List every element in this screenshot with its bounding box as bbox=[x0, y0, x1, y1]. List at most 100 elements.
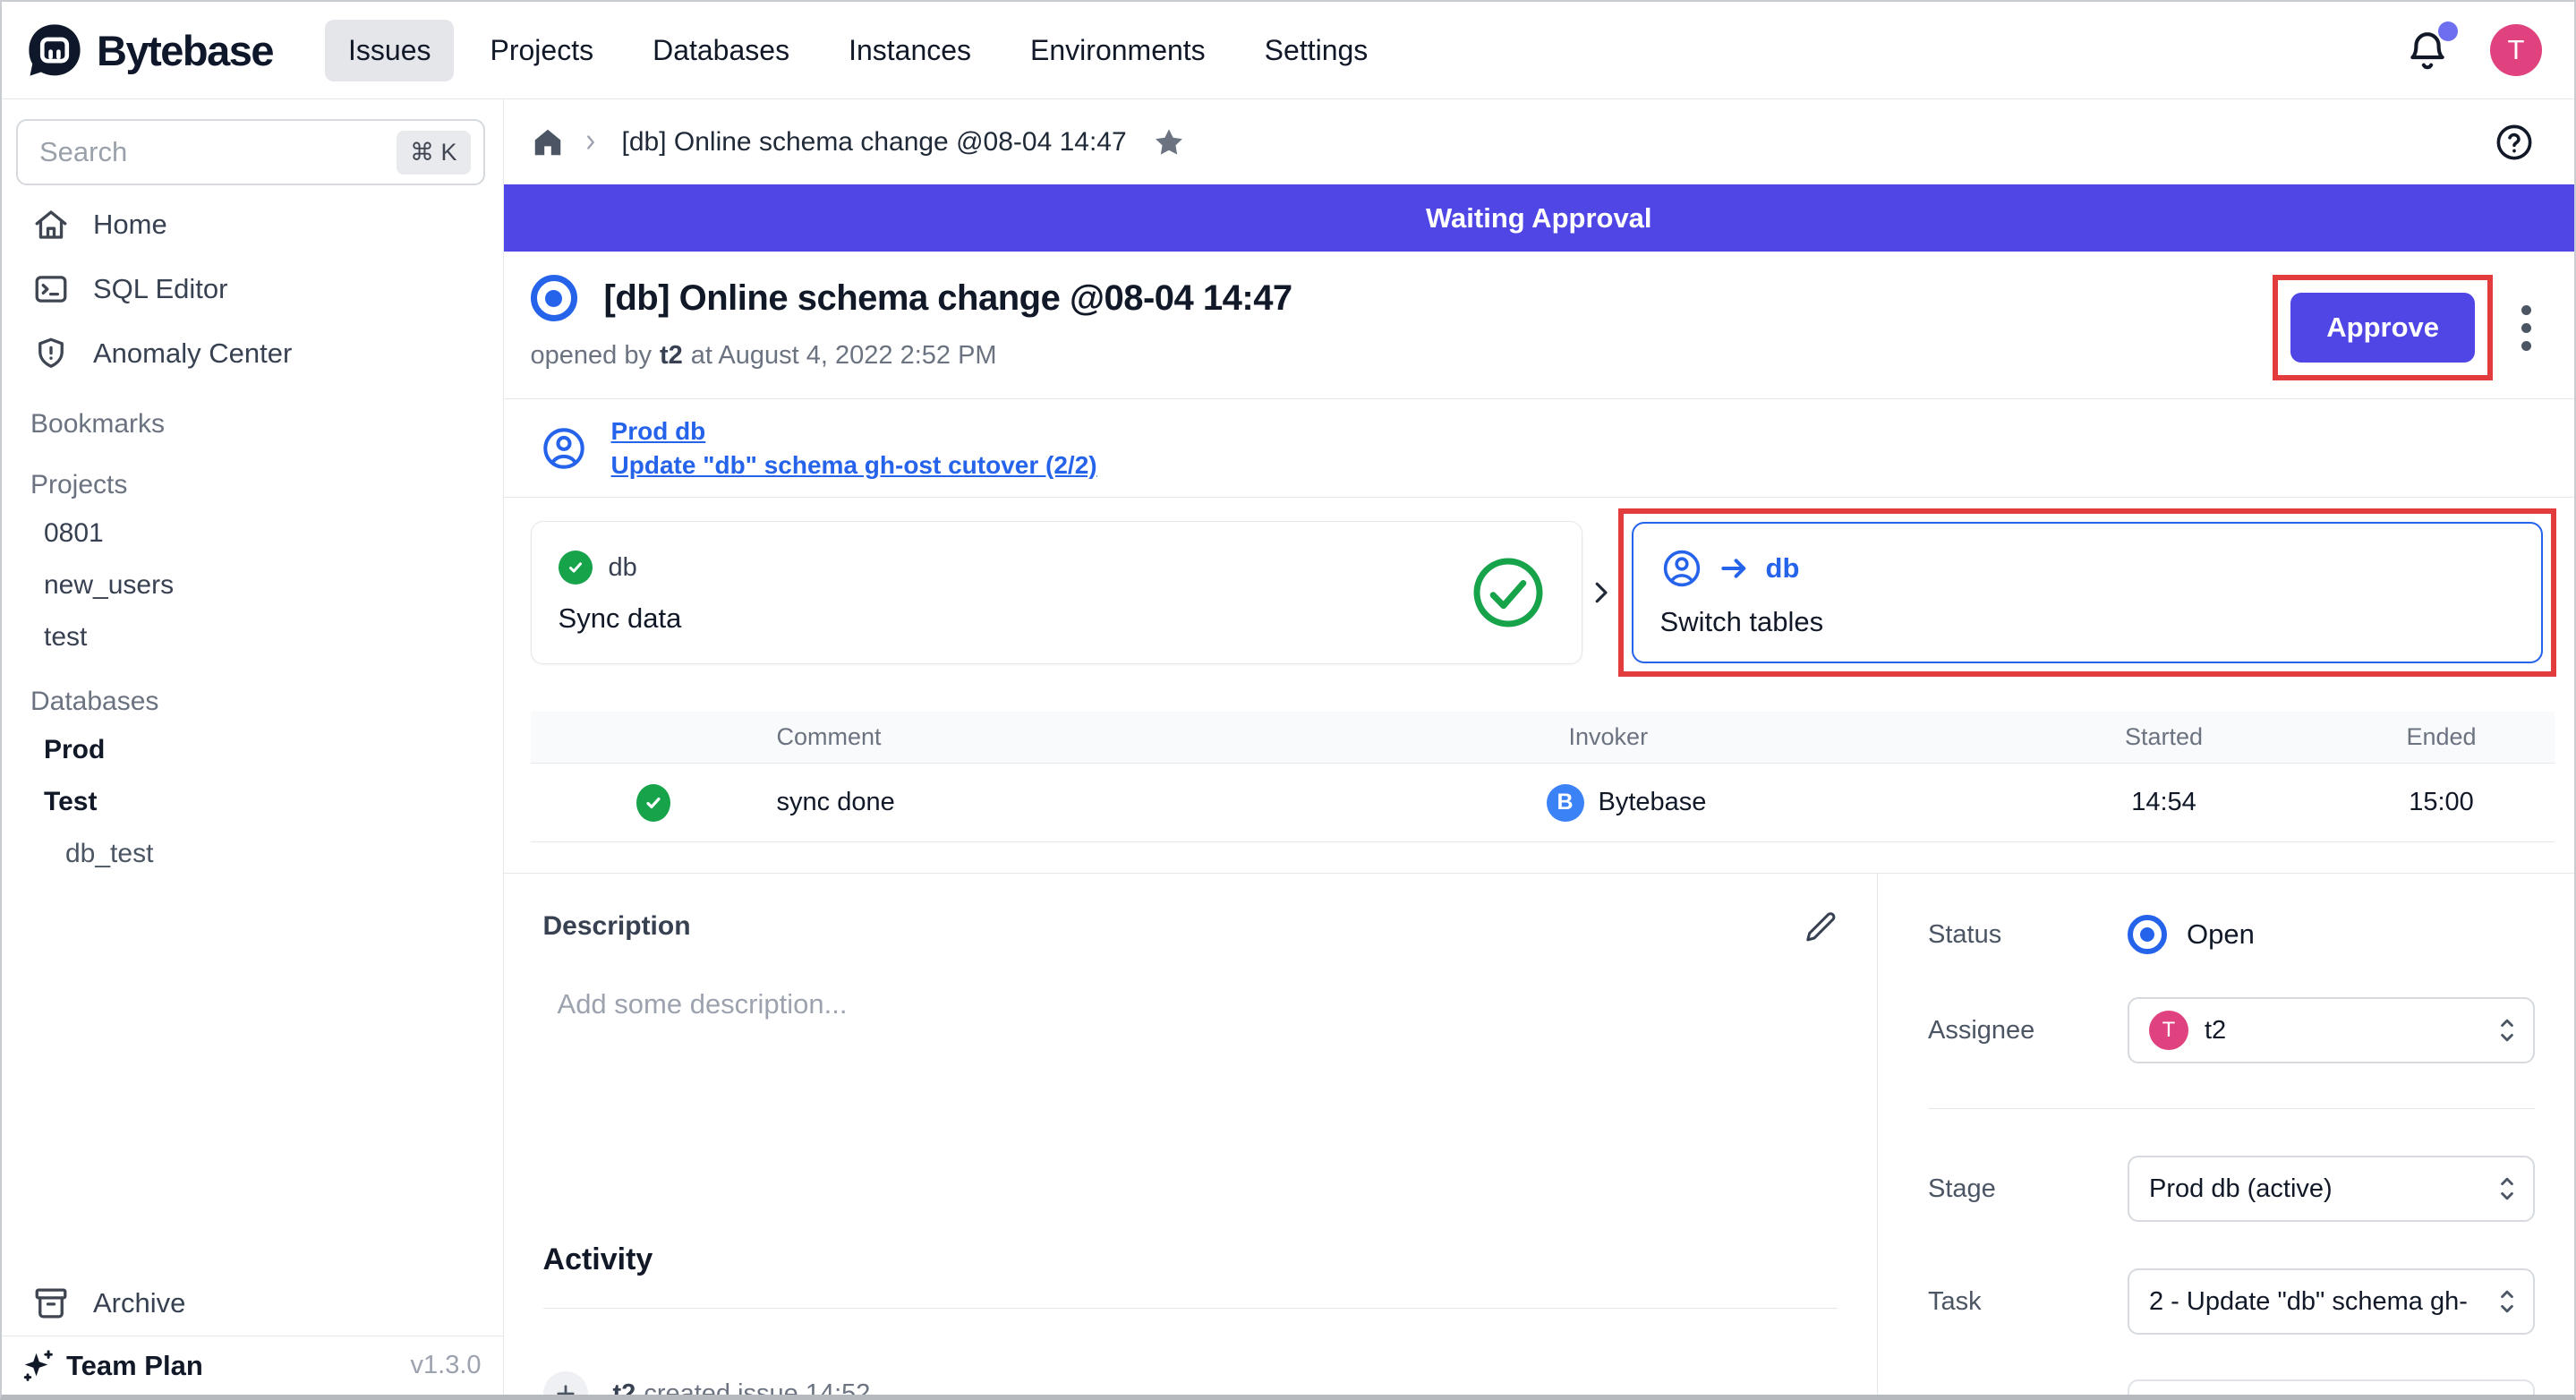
stage-link[interactable]: Prod db bbox=[611, 417, 1097, 446]
description-label: Description bbox=[543, 911, 691, 942]
pipeline-stage-header: Prod db Update "db" schema gh-ost cutove… bbox=[504, 398, 2574, 498]
task-card-switch-tables[interactable]: db Switch tables bbox=[1632, 522, 2543, 663]
task-name: Switch tables bbox=[1660, 606, 2514, 638]
more-actions-kebab-icon[interactable] bbox=[2514, 298, 2538, 358]
sidebar-item-label: Archive bbox=[93, 1287, 185, 1319]
task-done-check-icon bbox=[559, 551, 593, 585]
issue-author: t2 bbox=[660, 341, 683, 370]
top-bar: Bytebase Issues Projects Databases Insta… bbox=[2, 2, 2574, 99]
sidebar-spacer bbox=[2, 880, 503, 1271]
arrow-right-icon bbox=[1718, 551, 1752, 585]
assignee-value: t2 bbox=[2205, 1016, 2226, 1046]
assignee-person-icon bbox=[1660, 547, 1703, 590]
sidebar-project-0801[interactable]: 0801 bbox=[2, 508, 503, 559]
sidebar-item-archive[interactable]: Archive bbox=[2, 1271, 503, 1336]
nav-tab-environments[interactable]: Environments bbox=[1007, 20, 1229, 81]
bytebase-logo-icon bbox=[25, 21, 84, 80]
brand[interactable]: Bytebase bbox=[25, 21, 273, 80]
status-label: Status bbox=[1928, 920, 2128, 950]
sidebar-item-anomaly-center[interactable]: Anomaly Center bbox=[2, 321, 503, 386]
task-database-label: db bbox=[1766, 552, 1800, 585]
approve-annotation-highlight: Approve bbox=[2273, 275, 2493, 380]
sparkles-icon bbox=[18, 1346, 57, 1386]
sidebar-database-test[interactable]: Test bbox=[2, 776, 503, 828]
sidebar-database-db-test[interactable]: db_test bbox=[2, 828, 503, 880]
brand-name: Bytebase bbox=[97, 26, 273, 75]
archive-icon bbox=[32, 1285, 70, 1322]
assignee-select[interactable]: T t2 bbox=[2128, 997, 2535, 1063]
breadcrumb-home-icon[interactable] bbox=[531, 125, 565, 159]
sidebar-item-label: Anomaly Center bbox=[93, 337, 292, 370]
row-comment-cell: sync done bbox=[777, 788, 1542, 817]
success-check-icon bbox=[636, 784, 670, 822]
notifications-button[interactable] bbox=[2404, 27, 2451, 73]
sidebar-project-test[interactable]: test bbox=[2, 611, 503, 663]
assignee-label: Assignee bbox=[1928, 1016, 2128, 1046]
table-header-comment: Comment bbox=[777, 723, 1542, 751]
activity-action: created issue bbox=[644, 1379, 798, 1396]
search-box[interactable]: ⌘ K bbox=[16, 119, 485, 185]
issue-detail-body: Description Add some description... Acti… bbox=[504, 873, 2574, 1395]
notification-dot bbox=[2438, 21, 2458, 41]
row-invoker-cell: B Bytebase bbox=[1542, 784, 2052, 822]
issue-open-status-icon bbox=[531, 275, 577, 321]
panel-divider bbox=[1928, 1108, 2535, 1109]
nav-tab-databases[interactable]: Databases bbox=[629, 20, 813, 81]
issue-byline: opened by t2 at August 4, 2022 2:52 PM bbox=[531, 341, 1292, 371]
sidebar-section-bookmarks: Bookmarks bbox=[2, 386, 503, 447]
select-chevrons-icon bbox=[2495, 1284, 2519, 1319]
search-input[interactable] bbox=[25, 136, 397, 168]
task-database-label: db bbox=[609, 553, 637, 583]
invoker-name: Bytebase bbox=[1599, 788, 1707, 817]
plan-row[interactable]: Team Plan v1.3.0 bbox=[2, 1336, 503, 1395]
task-value: 2 - Update "db" schema gh- bbox=[2149, 1287, 2468, 1317]
sidebar-item-home[interactable]: Home bbox=[2, 192, 503, 257]
table-row: sync done B Bytebase 14:54 15:00 bbox=[531, 764, 2555, 842]
stage-select[interactable]: Prod db (active) bbox=[2128, 1156, 2535, 1222]
sidebar-project-new-users[interactable]: new_users bbox=[2, 559, 503, 611]
user-avatar[interactable]: T bbox=[2490, 24, 2542, 76]
sidebar-section-projects: Projects bbox=[2, 447, 503, 508]
sidebar-item-label: Home bbox=[93, 209, 167, 241]
description-placeholder[interactable]: Add some description... bbox=[558, 988, 1838, 1020]
nav-tab-instances[interactable]: Instances bbox=[825, 20, 994, 81]
activity-divider bbox=[543, 1308, 1838, 1309]
byline-prefix: opened by bbox=[531, 341, 652, 370]
task-name: Sync data bbox=[559, 602, 682, 635]
sidebar-item-label: SQL Editor bbox=[93, 273, 227, 305]
select-chevrons-icon bbox=[2495, 1012, 2519, 1048]
sidebar-item-sql-editor[interactable]: SQL Editor bbox=[2, 257, 503, 321]
activity-item: t2created issue14:52 bbox=[543, 1371, 1838, 1395]
sidebar-database-prod[interactable]: Prod bbox=[2, 724, 503, 776]
table-header-ended: Ended bbox=[2276, 723, 2574, 751]
status-banner: Waiting Approval bbox=[504, 184, 2574, 252]
byline-suffix: at August 4, 2022 2:52 PM bbox=[691, 341, 997, 370]
breadcrumb-current[interactable]: [db] Online schema change @08-04 14:47 bbox=[622, 127, 1127, 158]
task-link[interactable]: Update "db" schema gh-ost cutover (2/2) bbox=[611, 451, 1097, 480]
task-select[interactable]: 2 - Update "db" schema gh- bbox=[2128, 1268, 2535, 1335]
switch-tables-annotation-highlight: db Switch tables bbox=[1618, 508, 2556, 677]
nav-tab-issues[interactable]: Issues bbox=[325, 20, 454, 81]
task-run-table: Comment Invoker Started Ended sync done … bbox=[531, 712, 2555, 842]
help-icon[interactable] bbox=[2494, 122, 2535, 163]
task-card-sync-data[interactable]: db Sync data bbox=[531, 521, 1582, 664]
plan-version: v1.3.0 bbox=[411, 1351, 482, 1380]
task-label: Task bbox=[1928, 1287, 2128, 1317]
nav-tab-projects[interactable]: Projects bbox=[466, 20, 617, 81]
row-started-cell: 14:54 bbox=[2052, 788, 2276, 817]
sidebar-section-databases: Databases bbox=[2, 663, 503, 724]
sidebar: ⌘ K Home SQL Editor bbox=[2, 99, 504, 1395]
edit-pencil-icon[interactable] bbox=[1804, 909, 1838, 943]
table-header-started: Started bbox=[2052, 723, 2276, 751]
when-datetime-input[interactable] bbox=[2128, 1379, 2535, 1395]
status-open-icon bbox=[2128, 915, 2167, 954]
issue-title: [db] Online schema change @08-04 14:47 bbox=[604, 278, 1292, 319]
stage-label: Stage bbox=[1928, 1174, 2128, 1204]
nav-tab-settings[interactable]: Settings bbox=[1241, 20, 1392, 81]
favorite-star-icon[interactable] bbox=[1152, 125, 1186, 159]
approve-button[interactable]: Approve bbox=[2290, 293, 2475, 363]
breadcrumb: [db] Online schema change @08-04 14:47 bbox=[504, 99, 2574, 184]
search-shortcut-kbd: ⌘ K bbox=[397, 131, 471, 175]
activity-heading: Activity bbox=[543, 1242, 1838, 1277]
row-ended-cell: 15:00 bbox=[2276, 788, 2574, 817]
